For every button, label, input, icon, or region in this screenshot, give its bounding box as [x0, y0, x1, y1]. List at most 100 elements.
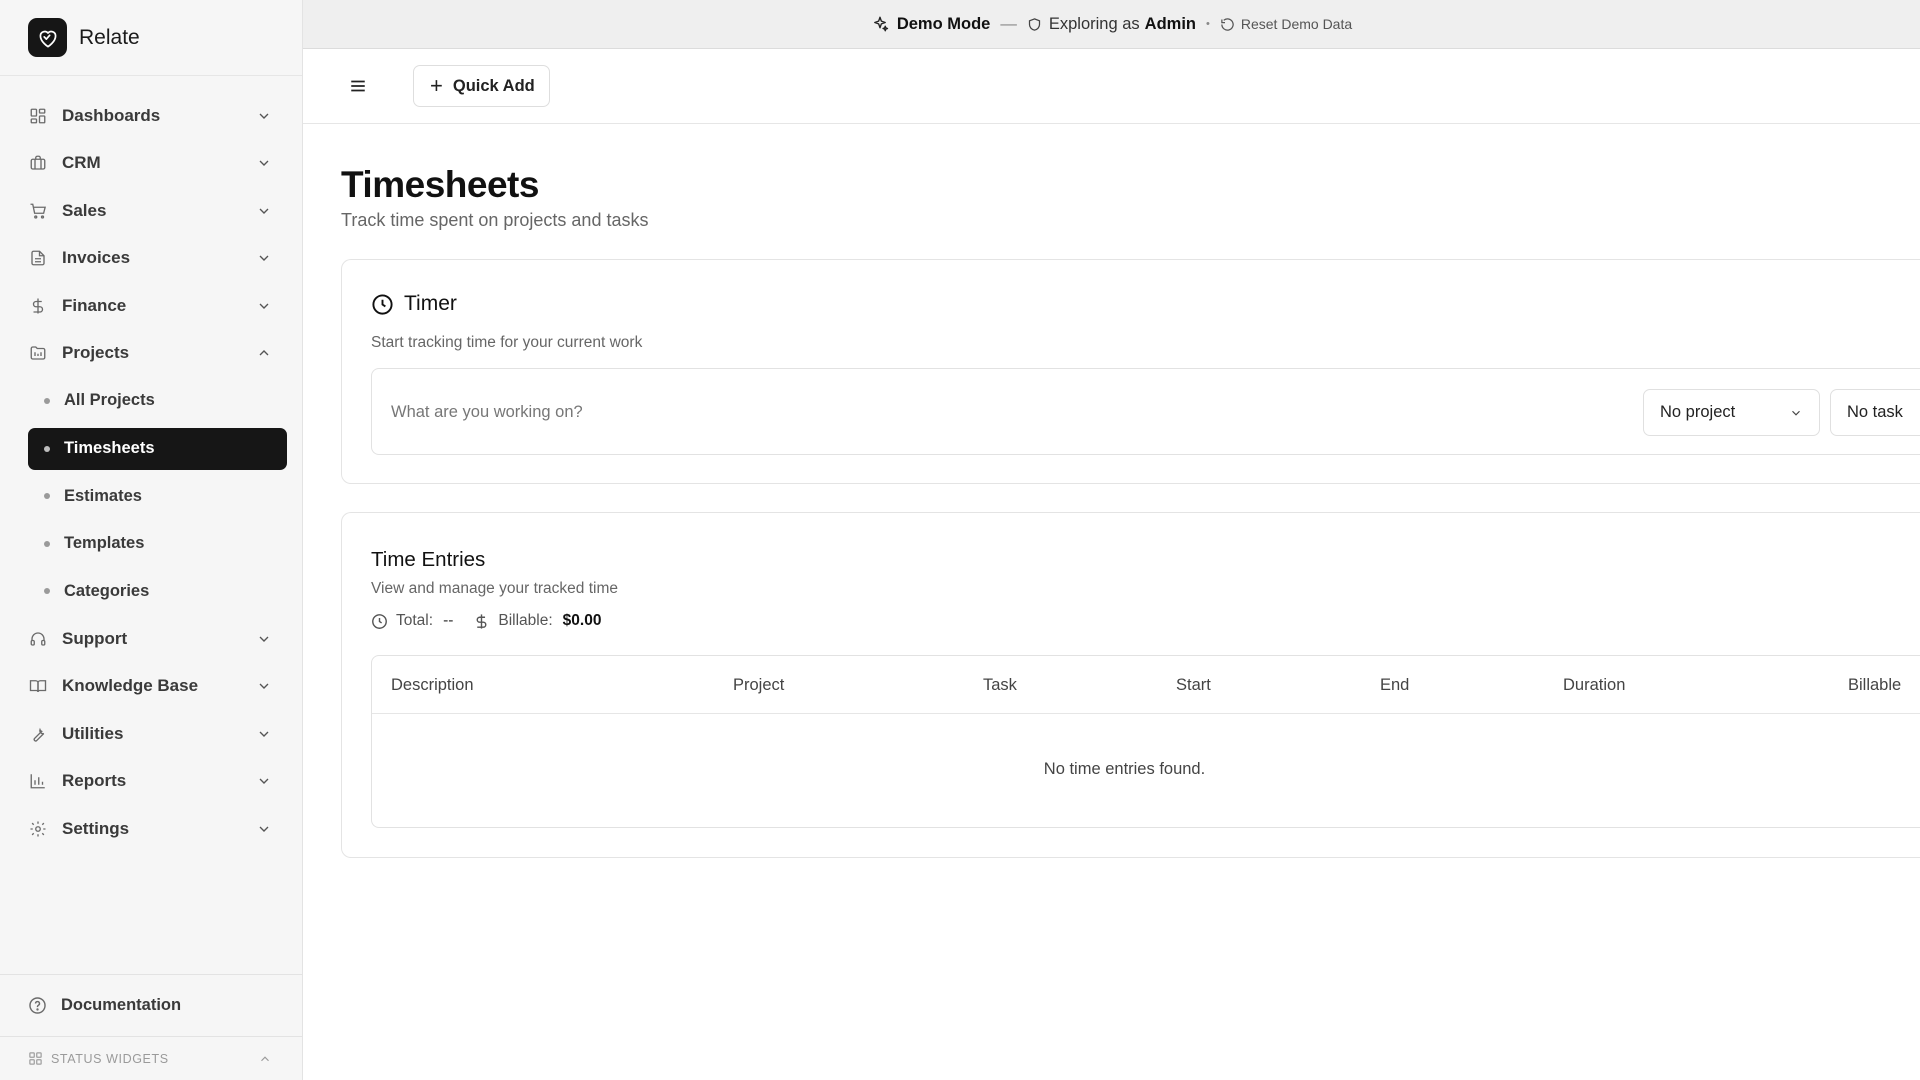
- timer-title: Timer: [404, 292, 457, 315]
- grid-icon: [28, 1051, 43, 1066]
- documentation-label: Documentation: [61, 996, 182, 1014]
- demo-mode-label: Demo Mode: [896, 14, 991, 33]
- sidebar-subitem-categories[interactable]: Categories: [28, 568, 287, 616]
- status-widgets-toggle[interactable]: STATUS WIDGETS: [0, 1036, 302, 1080]
- bullet-icon: [44, 493, 50, 500]
- chevron-down-icon: [259, 778, 269, 785]
- timer-heading: Timer: [371, 292, 457, 316]
- sidebar-item-label: Finance: [62, 295, 127, 315]
- sidebar-item-knowledge-base[interactable]: Knowledge Base: [0, 663, 302, 711]
- dashboard-icon: [28, 106, 48, 126]
- sidebar-item-dashboards[interactable]: Dashboards: [0, 92, 302, 140]
- plus-icon: +: [430, 73, 443, 98]
- headset-icon: [28, 629, 48, 649]
- folder-icon: [28, 343, 48, 363]
- quick-add-button[interactable]: + Quick Add: [413, 65, 550, 107]
- shield-icon: [1027, 17, 1042, 32]
- entries-title: Time Entries: [371, 548, 486, 571]
- project-select-value: No project: [1660, 403, 1736, 421]
- help-circle-icon: [28, 996, 47, 1015]
- sidebar-subitem-all-projects[interactable]: All Projects: [28, 377, 287, 425]
- wrench-icon: [28, 724, 48, 744]
- exploring-prefix: Exploring as: [1048, 14, 1140, 33]
- time-entries-table: Description Project Task Start End Durat…: [371, 655, 1920, 828]
- column-header-start[interactable]: Start: [1176, 676, 1211, 695]
- menu-toggle-button[interactable]: [343, 71, 373, 101]
- column-header-billable[interactable]: Billable: [1848, 676, 1901, 695]
- documentation-link[interactable]: Documentation: [0, 974, 302, 1036]
- chevron-down-icon: [259, 303, 269, 309]
- column-header-end[interactable]: End: [1380, 676, 1409, 695]
- sidebar-subitem-label: Templates: [64, 534, 145, 553]
- page-subtitle: Track time spent on projects and tasks: [341, 210, 649, 230]
- sidebar-item-settings[interactable]: Settings: [0, 805, 302, 853]
- status-widgets-label: STATUS WIDGETS: [51, 1051, 169, 1066]
- sidebar-item-label: Sales: [62, 200, 107, 220]
- sidebar-subitem-label: Categories: [64, 581, 150, 600]
- gear-icon: [28, 819, 48, 839]
- task-select[interactable]: No task: [1830, 389, 1920, 436]
- sidebar-item-invoices[interactable]: Invoices: [0, 235, 302, 283]
- top-toolbar: + Quick Add: [303, 49, 1920, 124]
- sidebar-item-finance[interactable]: Finance: [0, 282, 302, 330]
- column-header-duration[interactable]: Duration: [1563, 676, 1625, 695]
- sparkle-icon: [871, 15, 889, 33]
- exploring-role: Admin: [1144, 14, 1197, 33]
- chevron-down-icon: [259, 636, 269, 642]
- entries-description: View and manage your tracked time: [371, 580, 618, 597]
- chevron-down-icon: [259, 208, 269, 214]
- timer-description: Start tracking time for your current wor…: [371, 334, 643, 351]
- reset-demo-data-button[interactable]: Reset Demo Data: [1220, 16, 1352, 32]
- table-header: Description Project Task Start End Durat…: [372, 656, 1920, 714]
- chevron-down-icon: [259, 160, 269, 167]
- reset-demo-data-label: Reset Demo Data: [1240, 16, 1353, 32]
- brand[interactable]: Relate: [0, 0, 302, 76]
- sidebar-subitem-estimates[interactable]: Estimates: [28, 473, 287, 521]
- brand-name: Relate: [79, 25, 140, 49]
- sidebar-item-label: Dashboards: [62, 105, 161, 125]
- column-header-description[interactable]: Description: [391, 676, 474, 695]
- clock-icon: [372, 293, 393, 315]
- demo-mode-banner: Demo Mode — Exploring as Admin • Reset D…: [303, 0, 1920, 49]
- document-icon: [28, 248, 48, 268]
- chevron-down-icon: [259, 826, 269, 832]
- sidebar-subitem-templates[interactable]: Templates: [28, 520, 287, 568]
- sidebar-subitem-label: All Projects: [64, 391, 155, 410]
- total-value: --: [443, 612, 454, 629]
- chevron-down-icon: [259, 113, 269, 119]
- main-content: Timesheets Track time spent on projects …: [341, 124, 1920, 858]
- time-entries-card: Time Entries View and manage your tracke…: [341, 512, 1920, 858]
- billable-value: $0.00: [562, 612, 602, 629]
- entries-summary: Total: -- Billable: $0.00: [371, 612, 601, 630]
- sidebar: Relate Dashboards CRM Sales Invoices Fin…: [0, 0, 303, 1080]
- banner-dash: —: [1000, 14, 1017, 33]
- work-description-input[interactable]: [391, 395, 1291, 429]
- column-header-project[interactable]: Project: [733, 676, 784, 695]
- sidebar-item-reports[interactable]: Reports: [0, 758, 302, 806]
- bullet-icon: [44, 445, 50, 452]
- sidebar-subitem-label: Estimates: [64, 486, 142, 505]
- sidebar-item-label: Reports: [62, 771, 127, 791]
- sidebar-item-label: Support: [62, 628, 128, 648]
- page-title: Timesheets: [341, 164, 539, 205]
- sidebar-item-sales[interactable]: Sales: [0, 187, 302, 235]
- task-select-value: No task: [1847, 403, 1903, 421]
- chevron-up-icon: [261, 1055, 269, 1061]
- billable-label: Billable:: [498, 612, 553, 629]
- chevron-down-icon: [259, 731, 269, 737]
- refresh-icon: [1221, 17, 1234, 31]
- sidebar-item-support[interactable]: Support: [0, 615, 302, 663]
- dollar-icon: [476, 613, 487, 629]
- sidebar-item-utilities[interactable]: Utilities: [0, 710, 302, 758]
- sidebar-item-projects[interactable]: Projects: [0, 330, 302, 378]
- project-select[interactable]: No project: [1643, 389, 1820, 436]
- sidebar-item-label: Settings: [62, 818, 130, 838]
- column-header-task[interactable]: Task: [983, 676, 1017, 695]
- dollar-icon: [28, 296, 48, 316]
- total-label: Total:: [396, 612, 434, 629]
- sidebar-item-crm[interactable]: CRM: [0, 140, 302, 188]
- cart-icon: [28, 201, 48, 221]
- sidebar-nav: Dashboards CRM Sales Invoices Finance Pr…: [0, 76, 302, 853]
- hamburger-menu-icon: [351, 80, 365, 92]
- sidebar-subitem-timesheets[interactable]: Timesheets: [28, 427, 287, 470]
